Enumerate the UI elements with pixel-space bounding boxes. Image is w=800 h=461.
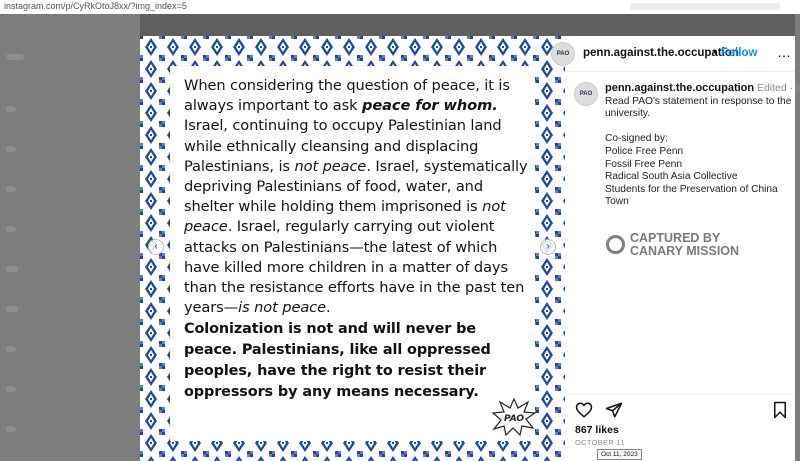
caption-edited: Edited xyxy=(756,82,787,94)
canary-logo-icon xyxy=(606,235,625,254)
caption-line: Students for the Preservation of China xyxy=(605,183,778,195)
caption-line: university. xyxy=(605,108,651,120)
sidebar-blur-item xyxy=(6,226,16,232)
address-bar[interactable]: instagram.com/p/CyRkOtoJ8xx/?img_index=5 xyxy=(0,0,800,14)
canary-mission-watermark: CAPTURED BY CANARY MISSION xyxy=(606,232,756,258)
caption: penn.against.the.occupation Edited · 4d … xyxy=(605,82,800,209)
avatar[interactable]: PAO xyxy=(551,42,575,66)
post-paragraph-2: Colonization is not and will never be pe… xyxy=(184,321,491,400)
caption-line: Police Free Penn xyxy=(605,145,684,157)
caption-line: Read PAO's statement in response to the xyxy=(605,95,792,107)
post-paragraph-1: When considering the question of peace, … xyxy=(184,76,529,318)
watermark-line-2: CANARY MISSION xyxy=(630,244,740,258)
address-url[interactable]: instagram.com/p/CyRkOtoJ8xx/?img_index=5 xyxy=(4,1,187,11)
caption-age[interactable]: 4d xyxy=(796,82,800,94)
logo-text: PAO xyxy=(504,414,524,424)
caption-line: Fossil Free Penn xyxy=(605,158,683,170)
likes-count[interactable]: 867 likes xyxy=(575,424,619,436)
caption-avatar[interactable]: PAO xyxy=(574,82,598,106)
caption-line: Co-signed by: xyxy=(605,133,668,145)
carousel-prev-button[interactable]: ‹ xyxy=(148,239,164,255)
caption-line: Radical South Asia Collective xyxy=(605,171,738,183)
sidebar-blur-item xyxy=(6,266,18,272)
sidebar-blur-item xyxy=(6,346,16,352)
sidebar-blur-item xyxy=(6,426,16,432)
carousel-next-button[interactable]: › xyxy=(540,239,556,255)
watermark-text: CAPTURED BY CANARY MISSION xyxy=(630,232,739,258)
emphasis-not-peace: not peace xyxy=(294,157,367,175)
sidebar-blur-item xyxy=(6,386,16,392)
caption-line-blank xyxy=(605,121,791,134)
text-run: . Israel, regularly carrying out violent… xyxy=(184,218,525,317)
watermark-line-1: CAPTURED BY xyxy=(630,231,721,245)
post-side-panel: PAO penn.against.the.occupation • Follow… xyxy=(551,36,800,461)
caption-separator: · xyxy=(789,82,794,94)
avatar-label: PAO xyxy=(556,51,570,57)
sidebar-blur-item xyxy=(6,146,16,152)
share-icon[interactable] xyxy=(605,401,623,419)
sidebar-blur-item xyxy=(6,54,24,60)
header-separator: • xyxy=(713,47,718,59)
sidebar-dimmed xyxy=(0,14,140,461)
follow-button[interactable]: Follow xyxy=(721,47,757,59)
pao-logo: PAO xyxy=(492,398,536,436)
sidebar-blur-item xyxy=(6,186,16,192)
post-date[interactable]: OCTOBER 11 xyxy=(575,438,625,447)
avatar-label: PAO xyxy=(579,91,593,97)
caption-username[interactable]: penn.against.the.occupation xyxy=(605,82,754,94)
more-options-icon[interactable]: … xyxy=(777,44,792,60)
post-image: When considering the question of peace, … xyxy=(140,36,565,461)
heart-icon[interactable] xyxy=(575,401,593,419)
emphasis-peace-for-whom: peace for whom. xyxy=(362,97,498,115)
date-tooltip: Oct 11, 2023 xyxy=(597,449,642,460)
toolbar-blur xyxy=(630,3,780,10)
post-header: PAO penn.against.the.occupation • Follow… xyxy=(551,36,795,72)
sidebar-blur-item xyxy=(6,106,16,112)
bookmark-icon[interactable] xyxy=(771,401,789,419)
action-bar xyxy=(565,394,795,424)
sidebar-blur-item xyxy=(6,306,18,312)
caption-line: Town xyxy=(605,196,629,208)
text-run: . xyxy=(325,299,331,317)
emphasis-is-not-peace: is not peace xyxy=(238,299,326,317)
